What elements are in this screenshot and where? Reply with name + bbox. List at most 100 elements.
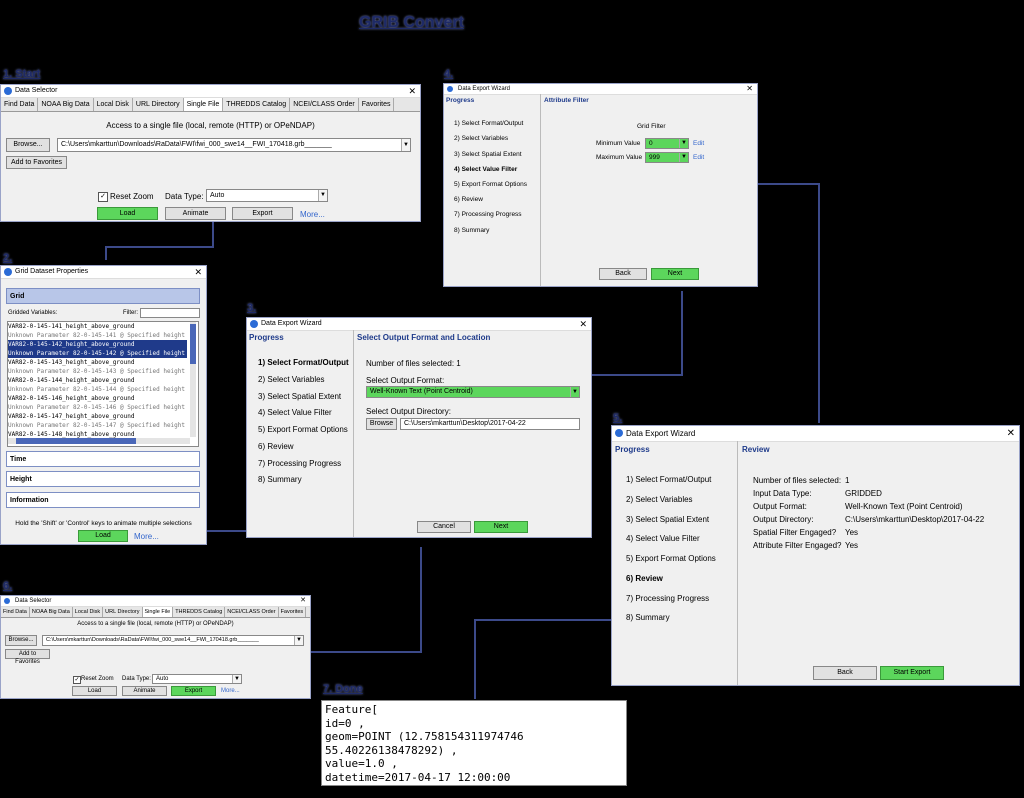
close-icon[interactable]: ✕ xyxy=(1007,426,1015,441)
browse-button[interactable]: Browse... xyxy=(5,635,37,646)
data-type-select[interactable]: Auto ▼ xyxy=(152,674,242,684)
tab-ncei-class-order[interactable]: NCEI/CLASS Order xyxy=(290,98,359,111)
list-item[interactable]: Unknown Parameter 82-0-145-141 @ Specifi… xyxy=(8,331,187,340)
tab-find-data[interactable]: Find Data xyxy=(1,98,39,111)
tab-favorites[interactable]: Favorites xyxy=(279,607,307,617)
chevron-down-icon[interactable]: ▼ xyxy=(679,139,688,148)
tab-url-directory[interactable]: URL Directory xyxy=(103,607,143,617)
list-item[interactable]: VAR82-0-145-146_height_above_ground xyxy=(8,394,187,403)
wizard-step: 3) Select Spatial Extent xyxy=(454,151,522,158)
output-format-select[interactable]: Well-Known Text (Point Centroid) ▼ xyxy=(366,386,580,398)
review-value: GRIDDED xyxy=(845,489,882,498)
more-link[interactable]: More... xyxy=(134,532,159,541)
chevron-down-icon[interactable]: ▼ xyxy=(294,636,303,645)
list-item[interactable]: Unknown Parameter 82-0-145-143 @ Specifi… xyxy=(8,367,187,376)
minimum-value-field[interactable]: 0 ▼ xyxy=(645,138,689,149)
edit-min-link[interactable]: Edit xyxy=(693,140,704,147)
review-value: Yes xyxy=(845,528,859,537)
edit-max-link[interactable]: Edit xyxy=(693,154,704,161)
list-item[interactable]: Unknown Parameter 82-0-145-142 @ Specifi… xyxy=(8,349,187,358)
chevron-down-icon[interactable]: ▼ xyxy=(232,675,241,683)
next-button[interactable]: Next xyxy=(651,268,699,280)
wizard-step: 6) Review xyxy=(258,442,294,451)
chevron-down-icon[interactable]: ▼ xyxy=(401,139,410,151)
num-files-text: Number of files selected: 1 xyxy=(366,359,461,368)
chevron-down-icon[interactable]: ▼ xyxy=(318,190,327,201)
hint-text: Hold the 'Shift' or 'Control' keys to an… xyxy=(15,520,192,527)
list-item[interactable]: VAR82-0-145-144_height_above_ground xyxy=(8,376,187,385)
wizard-step: 4) Select Value Filter xyxy=(454,166,518,173)
chevron-down-icon[interactable]: ▼ xyxy=(570,387,579,397)
vertical-scrollbar[interactable] xyxy=(190,322,196,437)
maximum-value-field[interactable]: 999 ▼ xyxy=(645,152,689,163)
list-item[interactable]: Unknown Parameter 82-0-145-146 @ Specifi… xyxy=(8,403,187,412)
load-button[interactable]: Load xyxy=(78,530,128,542)
tab-local-disk[interactable]: Local Disk xyxy=(73,607,104,617)
list-item[interactable]: VAR82-0-145-141_height_above_ground xyxy=(8,322,187,331)
tab-single-file[interactable]: Single File xyxy=(142,607,174,617)
output-line: ] xyxy=(325,784,332,797)
tab-url-directory[interactable]: URL Directory xyxy=(133,98,184,111)
information-panel-header[interactable]: Information xyxy=(6,492,200,508)
tab-bar: Find Data NOAA Big Data Local Disk URL D… xyxy=(1,607,310,618)
list-item[interactable]: Unknown Parameter 82-0-145-144 @ Specifi… xyxy=(8,385,187,394)
back-button[interactable]: Back xyxy=(599,268,647,280)
output-line: value=1.0 , xyxy=(325,757,398,770)
output-directory-field[interactable]: C:\Users\mkarttun\Desktop\2017-04-22 xyxy=(400,418,580,430)
review-key: Number of files selected: xyxy=(753,476,842,485)
add-to-favorites-button[interactable]: Add to Favorites xyxy=(5,649,50,665)
browse-button[interactable]: Browse... xyxy=(6,138,50,152)
list-item[interactable]: VAR82-0-145-142_height_above_ground xyxy=(8,340,187,349)
start-export-button[interactable]: Start Export xyxy=(880,666,944,680)
back-button[interactable]: Back xyxy=(813,666,877,680)
tab-find-data[interactable]: Find Data xyxy=(1,607,30,617)
chevron-down-icon[interactable]: ▼ xyxy=(679,153,688,162)
tab-thredds-catalog[interactable]: THREDDS Catalog xyxy=(223,98,291,111)
close-icon[interactable]: ✕ xyxy=(408,85,416,97)
output-line: Feature[ xyxy=(325,703,378,716)
time-panel-header[interactable]: Time xyxy=(6,451,200,467)
filter-input[interactable] xyxy=(140,308,200,318)
wizard-step: 6) Review xyxy=(626,574,663,583)
cancel-button[interactable]: Cancel xyxy=(417,521,471,533)
wizard-step: 4) Select Value Filter xyxy=(258,408,332,417)
export-button[interactable]: Export xyxy=(232,207,293,220)
load-button[interactable]: Load xyxy=(72,686,117,696)
animate-button[interactable]: Animate xyxy=(122,686,167,696)
data-type-select[interactable]: Auto ▼ xyxy=(206,189,328,202)
list-item[interactable]: VAR82-0-145-143_height_above_ground xyxy=(8,358,187,367)
height-panel-header[interactable]: Height xyxy=(6,471,200,487)
tab-thredds-catalog[interactable]: THREDDS Catalog xyxy=(173,607,226,617)
more-link[interactable]: More... xyxy=(221,688,240,694)
close-icon[interactable]: ✕ xyxy=(300,596,306,606)
animate-button[interactable]: Animate xyxy=(165,207,226,220)
list-item[interactable]: VAR82-0-145-147_height_above_ground xyxy=(8,412,187,421)
tab-noaa-big-data[interactable]: NOAA Big Data xyxy=(38,98,94,111)
tab-ncei-class-order[interactable]: NCEI/CLASS Order xyxy=(225,607,279,617)
close-icon[interactable]: ✕ xyxy=(579,318,587,330)
section-header: Review xyxy=(742,445,770,454)
next-button[interactable]: Next xyxy=(474,521,528,533)
export-button[interactable]: Export xyxy=(171,686,216,696)
tab-favorites[interactable]: Favorites xyxy=(359,98,395,111)
tab-local-disk[interactable]: Local Disk xyxy=(94,98,133,111)
close-icon[interactable]: ✕ xyxy=(746,84,753,94)
more-link[interactable]: More... xyxy=(300,210,325,219)
add-to-favorites-button[interactable]: Add to Favorites xyxy=(6,156,67,169)
file-path-field[interactable]: C:\Users\mkarttun\Downloads\RaData\FWI\f… xyxy=(42,635,304,646)
tab-bar: Find Data NOAA Big Data Local Disk URL D… xyxy=(1,98,420,112)
reset-zoom-checkbox[interactable]: ✓ xyxy=(98,192,108,202)
wizard-step: 1) Select Format/Output xyxy=(258,358,349,367)
close-icon[interactable]: ✕ xyxy=(194,266,202,278)
output-line: geom=POINT (12.758154311974746 55.402261… xyxy=(325,730,524,757)
load-button[interactable]: Load xyxy=(97,207,158,220)
grid-panel-header[interactable]: Grid xyxy=(6,288,200,304)
horizontal-scrollbar[interactable] xyxy=(8,438,190,444)
reset-zoom-checkbox[interactable]: ✓ xyxy=(73,676,81,684)
page-title: GRIB Convert xyxy=(359,14,464,31)
list-item[interactable]: Unknown Parameter 82-0-145-147 @ Specifi… xyxy=(8,421,187,430)
tab-noaa-big-data[interactable]: NOAA Big Data xyxy=(30,607,73,617)
tab-single-file[interactable]: Single File xyxy=(183,98,224,111)
file-path-field[interactable]: C:\Users\mkarttun\Downloads\RaData\FWI\f… xyxy=(57,138,411,152)
browse-button[interactable]: Browse xyxy=(366,418,397,430)
